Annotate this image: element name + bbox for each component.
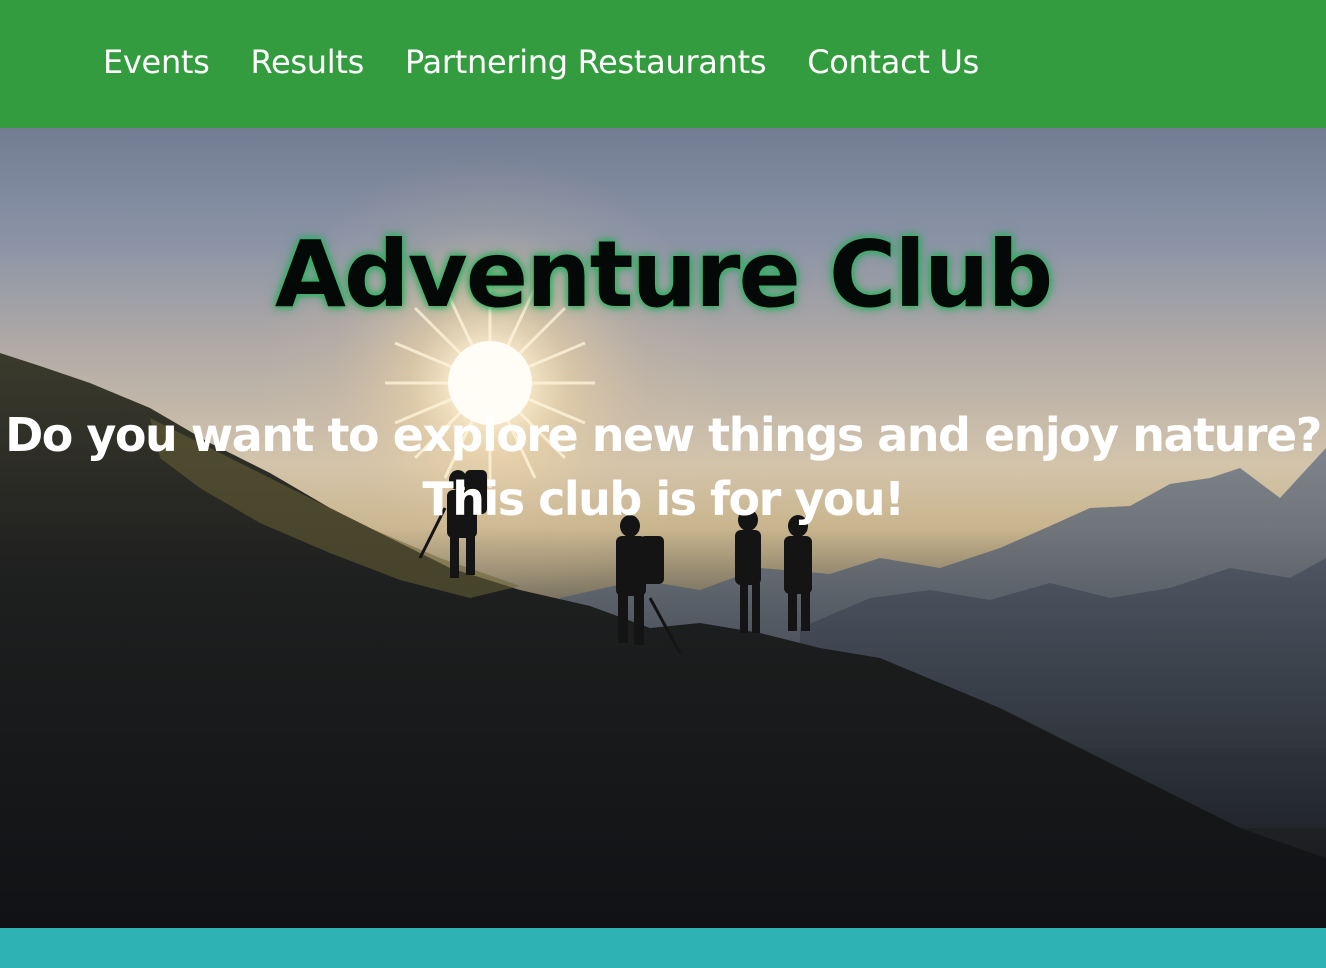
hero-title: Adventure Club xyxy=(274,221,1054,328)
hero-section: Adventure Club Do you want to explore ne… xyxy=(0,128,1326,928)
nav-link-results[interactable]: Results xyxy=(251,40,365,84)
footer-band xyxy=(0,928,1326,968)
nav-menu: Events Results Partnering Restaurants Co… xyxy=(103,40,1020,84)
nav-link-contact-us[interactable]: Contact Us xyxy=(807,40,979,84)
nav-link-partnering-restaurants[interactable]: Partnering Restaurants xyxy=(405,40,767,84)
hero-tagline-line-1: Do you want to explore new things and en… xyxy=(5,408,1322,462)
hero-tagline: Do you want to explore new things and en… xyxy=(0,403,1326,531)
nav-link-events[interactable]: Events xyxy=(103,40,210,84)
top-navigation-bar: Events Results Partnering Restaurants Co… xyxy=(0,0,1326,128)
hero-tagline-line-2: This club is for you! xyxy=(422,472,905,526)
